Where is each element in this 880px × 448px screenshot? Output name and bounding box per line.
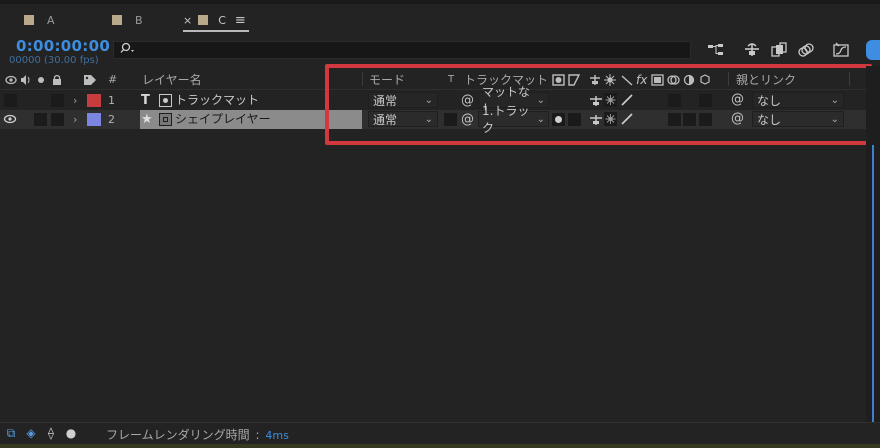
layer-name[interactable]: シェイプレイヤー — [175, 110, 271, 129]
layer-source-icon — [159, 113, 172, 126]
tab-b[interactable]: B — [112, 10, 143, 30]
expand-chevron-icon[interactable]: › — [73, 110, 77, 129]
panel-edge-indicator — [866, 40, 880, 60]
tab-c[interactable]: × C ≡ — [183, 10, 246, 30]
av-features-header — [4, 71, 66, 89]
transfer-controls-toggle-icon[interactable]: ◈ — [24, 426, 38, 440]
composition-flowchart-icon[interactable] — [705, 40, 727, 60]
bottom-edge-strip — [0, 444, 880, 448]
composition-swatch-icon — [112, 15, 122, 25]
motion-blur-icon[interactable] — [795, 40, 817, 60]
close-icon[interactable]: × — [183, 14, 192, 27]
highlight-box — [325, 64, 872, 145]
layer-label-color[interactable] — [87, 94, 101, 107]
solo-switch[interactable] — [34, 113, 47, 126]
video-switch[interactable] — [4, 94, 17, 107]
tab-b-label: B — [135, 13, 143, 27]
tab-a[interactable]: A — [24, 10, 55, 30]
lock-switch[interactable] — [51, 113, 64, 126]
column-layer-name[interactable]: レイヤー名 — [142, 71, 202, 89]
lock-switch[interactable] — [51, 94, 64, 107]
render-time-toggle-icon[interactable]: ● — [64, 426, 78, 440]
tab-a-label: A — [47, 13, 55, 27]
graph-editor-icon[interactable] — [830, 40, 852, 60]
in-out-toggle-icon[interactable]: ⟠ — [44, 426, 58, 440]
composition-swatch-icon — [198, 15, 209, 25]
tab-c-label: C — [218, 13, 226, 27]
render-time-label: フレームレンダリング時間 : 4ms — [106, 426, 289, 443]
render-time-value: 4ms — [265, 429, 289, 442]
search-input[interactable] — [113, 41, 691, 59]
draft-3d-icon[interactable] — [741, 40, 763, 60]
eye-icon[interactable] — [3, 113, 17, 128]
layer-switches-toggle-icon[interactable]: ⧉ — [4, 426, 18, 440]
window-top-bar — [0, 0, 880, 4]
search-icon — [120, 42, 138, 59]
panel-menu-icon[interactable]: ≡ — [235, 13, 246, 28]
time-indicator-line — [872, 145, 874, 422]
composition-swatch-icon — [24, 15, 34, 25]
layer-index: 2 — [108, 113, 115, 126]
frame-rate-display: 00000 (30.00 fps) — [9, 55, 99, 66]
column-index: # — [108, 73, 118, 86]
text-layer-icon: T — [141, 93, 150, 108]
expand-chevron-icon[interactable]: › — [73, 91, 77, 110]
shape-layer-star-icon: ★ — [141, 112, 153, 127]
current-time-display[interactable]: 0:00:00:00 — [16, 37, 110, 55]
frame-blending-icon[interactable] — [768, 40, 790, 60]
active-tab-indicator — [183, 30, 249, 32]
layer-label-color[interactable] — [87, 113, 101, 126]
render-time-text: フレームレンダリング時間 — [106, 428, 250, 442]
label-tag-icon — [82, 71, 98, 89]
layer-source-icon — [159, 94, 172, 107]
render-time-separator: : — [255, 428, 260, 442]
layer-index: 1 — [108, 94, 115, 107]
layer-name[interactable]: トラックマット — [175, 91, 259, 110]
